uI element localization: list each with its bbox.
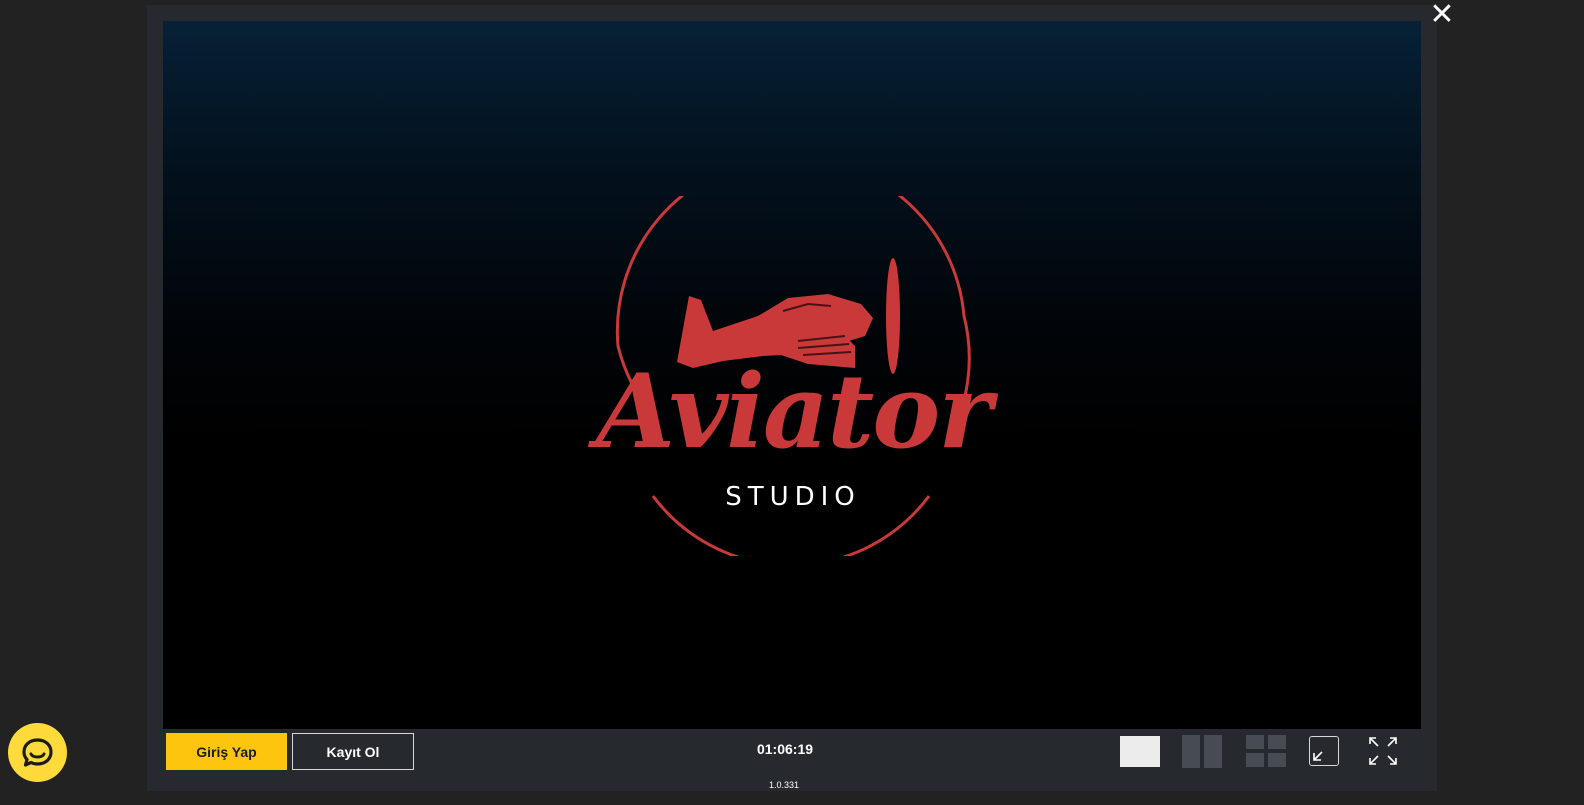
aviator-studio-logo: Aviator STUDIO bbox=[593, 155, 993, 567]
expand-arrows-icon bbox=[1369, 737, 1397, 765]
register-button[interactable]: Kayıt Ol bbox=[292, 733, 414, 770]
panel-block bbox=[1268, 735, 1286, 749]
close-icon[interactable]: ✕ bbox=[1428, 0, 1456, 30]
minimize-arrow-icon bbox=[1313, 751, 1323, 761]
chat-bubble-icon bbox=[22, 738, 53, 767]
fullscreen-icon[interactable] bbox=[1367, 735, 1399, 767]
panel-block bbox=[1182, 735, 1200, 768]
panel-block bbox=[1246, 735, 1264, 749]
game-modal: Aviator STUDIO Giriş Yap Kayıt Ol 01:06:… bbox=[147, 5, 1437, 791]
logo-subtitle: STUDIO bbox=[725, 482, 861, 512]
four-panel-view-icon[interactable] bbox=[1246, 735, 1288, 768]
minimize-icon[interactable] bbox=[1309, 736, 1339, 766]
panel-block bbox=[1246, 753, 1264, 767]
version-label: 1.0.331 bbox=[768, 780, 800, 790]
chat-widget-button[interactable] bbox=[8, 723, 67, 782]
login-button[interactable]: Giriş Yap bbox=[166, 733, 287, 770]
two-panel-view-icon[interactable] bbox=[1182, 735, 1224, 768]
logo-wordmark: Aviator bbox=[596, 352, 992, 472]
panel-block bbox=[1204, 735, 1222, 768]
bottom-control-bar: Giriş Yap Kayıt Ol 01:06:19 bbox=[163, 729, 1421, 777]
panel-block bbox=[1268, 753, 1286, 767]
single-view-icon[interactable] bbox=[1120, 736, 1160, 767]
game-frame[interactable]: Aviator STUDIO bbox=[163, 21, 1421, 729]
session-timer: 01:06:19 bbox=[756, 741, 814, 757]
